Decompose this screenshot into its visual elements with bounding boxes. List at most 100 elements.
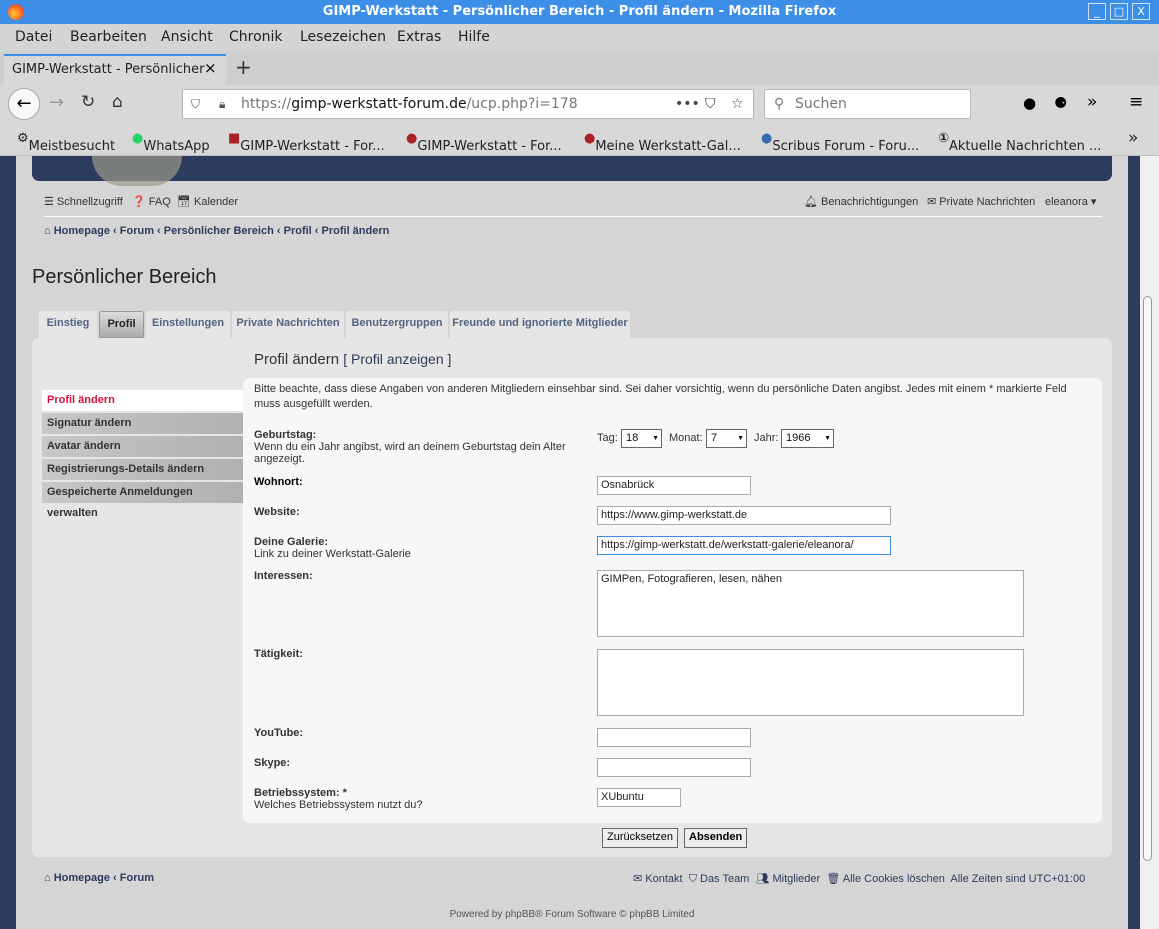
skype-label: Skype:	[254, 757, 291, 769]
footer-forum-link[interactable]: Forum	[120, 872, 154, 884]
home-button[interactable]: ⌂	[112, 92, 123, 112]
footer-homepage-link[interactable]: Homepage	[54, 872, 110, 884]
close-window-button[interactable]: X	[1132, 3, 1150, 20]
browser-tab[interactable]: GIMP-Werkstatt - Persönlicher	[4, 54, 226, 85]
gallery-label: Deine Galerie:	[254, 536, 328, 548]
hamburger-menu-icon[interactable]: ≡	[1129, 92, 1143, 112]
timezone-text: Alle Zeiten sind UTC+01:00	[950, 873, 1086, 885]
bookmarks-overflow-icon[interactable]: »	[1128, 128, 1138, 148]
skype-input[interactable]	[597, 758, 751, 777]
url-bar[interactable]: ⛉ 🔒︎ https://gimp-werkstatt-forum.de/ucp…	[182, 89, 754, 119]
menu-bearbeiten[interactable]: Bearbeiten	[70, 29, 147, 45]
day-label: Tag:	[597, 432, 618, 444]
account-icon[interactable]: ●	[1023, 94, 1036, 112]
pocket-icon[interactable]: ⛉	[705, 90, 716, 118]
home-icon: ⌂	[44, 225, 51, 237]
tab-private-nachrichten[interactable]: Private Nachrichten	[232, 311, 344, 338]
website-input[interactable]: https://www.gimp-werkstatt.de	[597, 506, 891, 525]
occupation-textarea[interactable]	[597, 649, 1024, 716]
submit-button[interactable]: Absenden	[684, 828, 748, 848]
members-link[interactable]: 👥︎ Mitglieder	[755, 873, 820, 885]
new-tab-button[interactable]: +	[235, 55, 252, 79]
youtube-label: YouTube:	[254, 727, 304, 739]
bookmark-gimp-2[interactable]: ● GIMP-Werkstatt - For...	[406, 131, 562, 154]
notifications-link[interactable]: 🔔︎ Benachrichtigungen	[804, 195, 918, 208]
menu-lesezeichen[interactable]: Lesezeichen	[300, 29, 386, 45]
tab-freunde[interactable]: Freunde und ignorierte Mitglieder	[450, 311, 630, 338]
tab-benutzergruppen[interactable]: Benutzergruppen	[346, 311, 448, 338]
location-label: Wohnort:	[254, 476, 303, 488]
menu-datei[interactable]: Datei	[15, 29, 52, 45]
bookmark-scribus[interactable]: ● Scribus Forum - Foru...	[761, 131, 919, 154]
form-title: Profil ändern	[254, 351, 340, 368]
search-icon: ⚲	[774, 96, 785, 112]
birthday-label: Geburtstag:	[254, 429, 317, 441]
search-placeholder: Suchen	[795, 96, 847, 112]
menu-chronik[interactable]: Chronik	[229, 29, 283, 45]
tab-einstellungen[interactable]: Einstellungen	[146, 311, 230, 338]
birthday-hint: Wenn du ein Jahr angibst, wird an deinem…	[254, 441, 566, 465]
url-domain: gimp-werkstatt-forum.de	[291, 96, 467, 112]
minimize-button[interactable]: _	[1088, 3, 1106, 20]
gallery-hint: Link zu deiner Werkstatt-Galerie	[254, 548, 411, 560]
reset-button[interactable]: Zurücksetzen	[602, 828, 679, 848]
tab-einstieg[interactable]: Einstieg	[39, 311, 97, 338]
menu-ansicht[interactable]: Ansicht	[161, 29, 213, 45]
sidebar-item-profil-aendern[interactable]: Profil ändern	[42, 390, 243, 411]
breadcrumb-homepage[interactable]: Homepage	[54, 225, 110, 237]
tab-profil[interactable]: Profil	[99, 311, 144, 338]
extension-icon[interactable]: ⚈	[1054, 94, 1067, 112]
gallery-input[interactable]: https://gimp-werkstatt.de/werkstatt-gale…	[597, 536, 891, 555]
menu-hilfe[interactable]: Hilfe	[458, 29, 490, 45]
page-content: ☰ Schnellzugriff ❓ FAQ 📅︎ Kalender 🔔︎ Be…	[16, 156, 1128, 929]
reload-button[interactable]: ↻	[81, 92, 95, 112]
month-select[interactable]: 7 ▼	[706, 429, 747, 448]
bookmark-gimp-1[interactable]: ■ GIMP-Werkstatt - For...	[228, 131, 385, 154]
os-input[interactable]: XUbuntu	[597, 788, 681, 807]
location-input[interactable]: Osnabrück	[597, 476, 751, 495]
breadcrumb-profil-aendern[interactable]: Profil ändern	[322, 225, 390, 237]
interests-textarea[interactable]: GIMPen, Fotografieren, lesen, nähen	[597, 570, 1024, 637]
breadcrumb-forum[interactable]: Forum	[120, 225, 154, 237]
scrollbar[interactable]	[1140, 156, 1159, 929]
overflow-chevron-icon[interactable]: »	[1087, 92, 1097, 112]
page-actions-icon[interactable]: •••	[675, 90, 700, 118]
close-tab-icon[interactable]: ×	[204, 59, 217, 77]
sidebar-item-registrierung[interactable]: Registrierungs-Details ändern	[42, 459, 243, 480]
sidebar-item-signatur[interactable]: Signatur ändern	[42, 413, 243, 434]
user-menu[interactable]: eleanora ▾	[1045, 195, 1096, 208]
breadcrumb-ucp[interactable]: Persönlicher Bereich	[164, 225, 274, 237]
bookmark-star-icon[interactable]: ☆	[731, 90, 744, 118]
bookmark-nachrichten[interactable]: ① Aktuelle Nachrichten ...	[938, 131, 1101, 154]
year-select[interactable]: 1966 ▼	[781, 429, 834, 448]
search-input[interactable]: ⚲ Suchen	[764, 89, 971, 119]
view-profile-link[interactable]: [ Profil anzeigen ]	[343, 351, 451, 367]
contact-link[interactable]: ✉ Kontakt	[633, 873, 683, 885]
forward-button[interactable]: →	[49, 92, 64, 113]
bookmarks-toolbar: ⚙ Meistbesucht ● WhatsApp ■ GIMP-Werksta…	[0, 123, 1159, 156]
sidebar-item-anmeldungen[interactable]: Gespeicherte Anmeldungen verwalten	[42, 482, 243, 519]
bookmark-meistbesucht[interactable]: ⚙ Meistbesucht	[17, 131, 115, 154]
back-button[interactable]: ←	[8, 88, 40, 120]
form-notice: Bitte beachte, dass diese Angaben von an…	[254, 383, 1067, 410]
bookmark-whatsapp[interactable]: ● WhatsApp	[132, 131, 210, 154]
menu-extras[interactable]: Extras	[397, 29, 441, 45]
year-label: Jahr:	[754, 432, 779, 444]
youtube-input[interactable]	[597, 728, 751, 747]
private-messages-link[interactable]: ✉ Private Nachrichten	[927, 195, 1035, 208]
scrollbar-thumb[interactable]	[1143, 296, 1152, 861]
quick-access-link[interactable]: ☰ Schnellzugriff	[44, 195, 123, 208]
team-link[interactable]: ⛉ Das Team	[689, 873, 750, 885]
forum-header-banner	[32, 156, 1112, 186]
faq-link[interactable]: ❓ FAQ	[132, 195, 171, 208]
sidebar-item-avatar[interactable]: Avatar ändern	[42, 436, 243, 457]
divider	[44, 216, 1102, 217]
url-path: /ucp.php?i=178	[466, 96, 578, 112]
maximize-button[interactable]: □	[1110, 3, 1128, 20]
calendar-link[interactable]: 📅︎ Kalender	[177, 195, 238, 208]
day-select[interactable]: 18 ▼	[621, 429, 662, 448]
breadcrumb-profil[interactable]: Profil	[284, 225, 312, 237]
bookmark-werkstatt-galerie[interactable]: ● Meine Werkstatt-Gal...	[584, 131, 741, 154]
delete-cookies-link[interactable]: 🗑︎ Alle Cookies löschen	[826, 873, 945, 885]
powered-by: Powered by phpBB® Forum Software © phpBB…	[449, 909, 695, 920]
